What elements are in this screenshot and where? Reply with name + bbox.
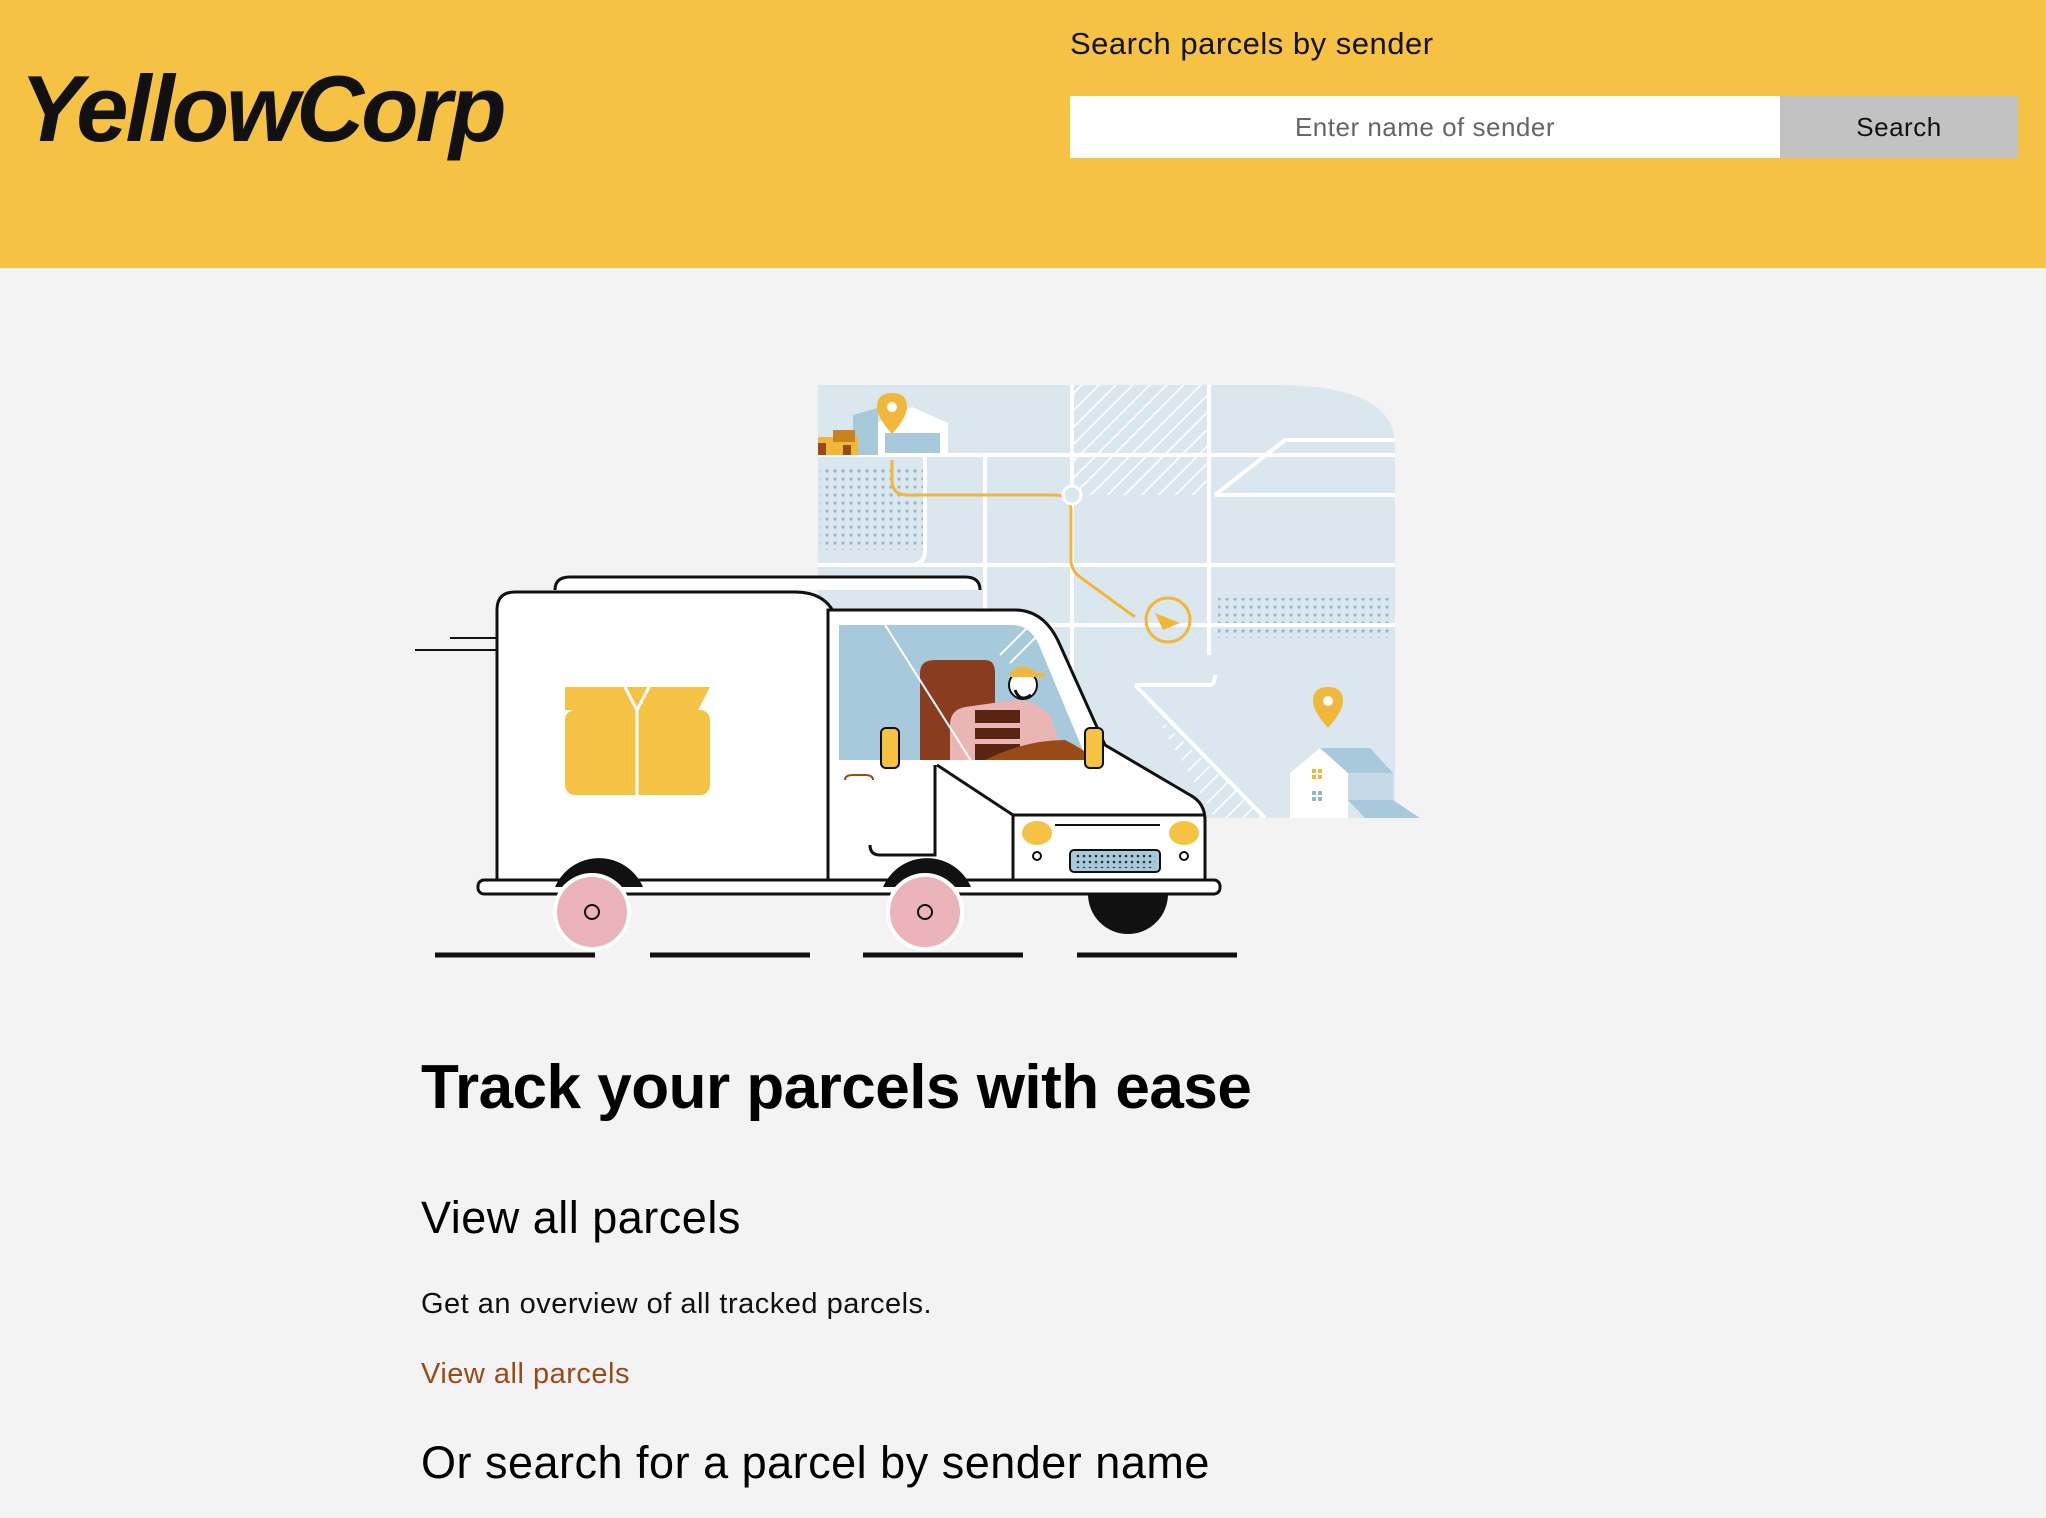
sender-search-input[interactable] [1070,96,1780,158]
view-all-parcels-link[interactable]: View all parcels [421,1358,630,1391]
page-title: Track your parcels with ease [421,1053,1252,1122]
site-header: YellowCorp Search parcels by sender Sear… [0,0,2046,268]
search-label: Search parcels by sender [1070,26,1434,61]
search-button[interactable]: Search [1780,96,2018,158]
view-all-parcels-heading: View all parcels [421,1192,741,1243]
view-all-parcels-description: Get an overview of all tracked parcels. [421,1288,933,1320]
delivery-van-illustration [415,385,1420,958]
yellowcorp-logo[interactable]: YellowCorp [20,62,507,156]
search-by-sender-heading: Or search for a parcel by sender name [421,1437,1210,1488]
search-form: Search [1070,96,2018,158]
